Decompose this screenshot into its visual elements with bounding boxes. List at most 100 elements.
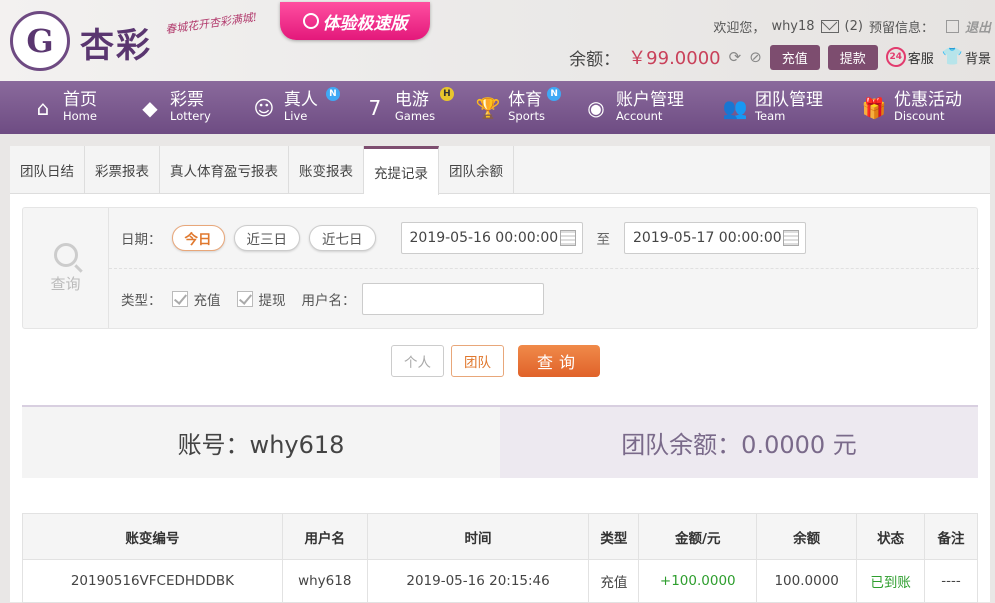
date-row: 日期： 今日 近三日 近七日 2019-05-16 00:00:00 至 201… <box>109 208 979 269</box>
slogan: 春城花开杏彩满城! <box>164 10 258 37</box>
nav-home[interactable]: ⌂ 首页 Home <box>30 81 97 134</box>
column-header: 账变编号 <box>22 513 283 560</box>
nav-discount[interactable]: 🎁 优惠活动 Discount <box>861 81 962 134</box>
deposit-button[interactable]: 充值 <box>769 44 820 70</box>
mail-count[interactable]: (2) <box>845 19 863 34</box>
deposit-checkbox-label: 充值 <box>193 292 221 309</box>
service-label: 客服 <box>907 51 934 67</box>
nav-team[interactable]: 👥 团队管理 Team <box>722 81 823 134</box>
today-button[interactable]: 今日 <box>171 225 225 251</box>
games-icon: 7 <box>368 95 382 120</box>
report-tabs: 团队日结 彩票报表 真人体育盈亏报表 账变报表 充提记录 团队余额 <box>10 146 990 195</box>
nav-sublabel: Team <box>754 109 786 124</box>
personal-button[interactable]: 个人 <box>391 345 444 377</box>
nav-label: 账户管理 <box>615 90 684 111</box>
nav-account[interactable]: ◉ 账户管理 Account <box>583 81 684 134</box>
record-id: 20190516VFCEDHDDBK <box>22 559 283 603</box>
nav-sublabel: Sports <box>508 109 545 124</box>
nav-lottery[interactable]: ◆ 彩票 Lottery <box>137 81 211 134</box>
gift-icon: 🎁 <box>861 95 887 120</box>
table-row: 20190516VFCEDHDDBK why618 2019-05-16 20:… <box>22 559 978 603</box>
nav-live[interactable]: ☺ 真人 Live N <box>251 81 340 134</box>
filter-panel: 查询 日期： 今日 近三日 近七日 2019-05-16 00:00:00 至 … <box>22 207 979 329</box>
nav-label: 优惠活动 <box>893 90 962 111</box>
logo-icon[interactable]: G <box>10 11 70 71</box>
hide-eye-icon[interactable]: ⊘ <box>749 48 762 66</box>
main-nav: ⌂ 首页 Home ◆ 彩票 Lottery ☺ 真人 Live N 7 电游 Game… <box>0 81 995 134</box>
home-icon: ⌂ <box>36 95 50 120</box>
checkbox-icon <box>171 290 188 307</box>
nav-games[interactable]: 7 电游 Games H <box>362 81 454 134</box>
last-7-days-button[interactable]: 近七日 <box>309 225 376 251</box>
record-note: ---- <box>924 559 978 603</box>
withdraw-checkbox-label: 提现 <box>258 292 286 309</box>
logo-glyph: G <box>26 22 54 60</box>
withdraw-button[interactable]: 提款 <box>827 44 878 70</box>
column-header: 时间 <box>366 513 590 560</box>
tab-team-daily[interactable]: 团队日结 <box>10 146 85 194</box>
username: why18 <box>771 19 815 34</box>
balance-label: 余额： <box>569 49 621 70</box>
type-label: 类型： <box>121 292 162 309</box>
column-header: 类型 <box>588 513 640 560</box>
record-status: 已到账 <box>856 559 926 603</box>
tab-lottery-report[interactable]: 彩票报表 <box>85 146 160 194</box>
refresh-icon[interactable]: ⟳ <box>729 48 742 66</box>
background-link[interactable]: 👕 背景 <box>942 47 991 67</box>
background-label: 背景 <box>964 51 991 67</box>
logo-text[interactable]: 杏彩 <box>80 18 152 67</box>
username-input[interactable] <box>361 282 544 315</box>
live-icon: ☺ <box>253 95 275 120</box>
nav-sublabel: Discount <box>893 109 945 124</box>
tab-deposit-withdraw[interactable]: 充提记录 <box>364 146 439 195</box>
edit-icon[interactable] <box>945 20 959 33</box>
team-icon: 👥 <box>722 95 748 120</box>
record-username: why618 <box>281 559 368 603</box>
end-date-value: 2019-05-17 00:00:00 <box>633 230 782 246</box>
search-button[interactable]: 查询 <box>518 345 600 377</box>
withdraw-checkbox[interactable]: 提现 <box>236 289 286 309</box>
end-date-input[interactable]: 2019-05-17 00:00:00 <box>624 222 806 254</box>
summary-bar: 账号：why618 团队余额：0.0000 元 <box>22 405 978 478</box>
tab-account-change[interactable]: 账变报表 <box>289 146 364 194</box>
welcome-text: 欢迎您， <box>713 21 766 36</box>
team-button[interactable]: 团队 <box>451 345 504 377</box>
column-header: 备注 <box>924 513 978 560</box>
calendar-icon[interactable] <box>559 230 576 246</box>
hot-badge: H <box>439 87 454 101</box>
nav-sublabel: Live <box>283 109 308 124</box>
tab-live-sports-report[interactable]: 真人体育盈亏报表 <box>160 146 289 194</box>
calendar-icon[interactable] <box>783 230 799 246</box>
nav-label: 首页 <box>63 90 97 111</box>
content-panel: 团队日结 彩票报表 真人体育盈亏报表 账变报表 充提记录 团队余额 查询 日期：… <box>10 146 990 603</box>
tab-team-balance[interactable]: 团队余额 <box>439 146 514 194</box>
nav-sublabel: Home <box>63 109 97 124</box>
team-balance-summary: 团队余额：0.0000 元 <box>500 407 978 478</box>
logout-link[interactable]: 退出 <box>965 17 991 36</box>
table-header-row: 账变编号 用户名 时间 类型 金额/元 余额 状态 备注 <box>22 513 978 560</box>
records-table: 账变编号 用户名 时间 类型 金额/元 余额 状态 备注 20190516VFC… <box>22 513 978 603</box>
record-type: 充值 <box>588 559 640 603</box>
promo-label: 体验极速版 <box>322 13 408 34</box>
nav-sublabel: Games <box>394 109 436 124</box>
nav-label: 真人 <box>283 90 318 111</box>
service-link[interactable]: 24 客服 <box>885 47 934 67</box>
service-24h-icon: 24 <box>885 47 906 67</box>
to-label: 至 <box>596 232 611 248</box>
top-info: 欢迎您， why18 (2) 预留信息： 退出 <box>713 17 991 36</box>
nav-sports[interactable]: 🏆 体育 Sports N <box>475 81 562 134</box>
username-label: 用户名： <box>301 292 356 309</box>
lottery-icon: ◆ <box>142 95 158 120</box>
reserve-info-label: 预留信息： <box>868 21 934 36</box>
last-3-days-button[interactable]: 近三日 <box>233 225 300 251</box>
nav-sublabel: Account <box>615 109 663 124</box>
query-label: 查询 <box>50 274 81 293</box>
promo-button[interactable]: 体验极速版 <box>280 2 430 40</box>
shirt-icon: 👕 <box>941 47 963 67</box>
trophy-icon: 🏆 <box>475 95 501 120</box>
account-icon: ◉ <box>587 95 605 120</box>
start-date-input[interactable]: 2019-05-16 00:00:00 <box>400 222 583 254</box>
search-icon <box>53 242 78 267</box>
mail-icon[interactable] <box>820 20 839 33</box>
deposit-checkbox[interactable]: 充值 <box>171 289 221 309</box>
